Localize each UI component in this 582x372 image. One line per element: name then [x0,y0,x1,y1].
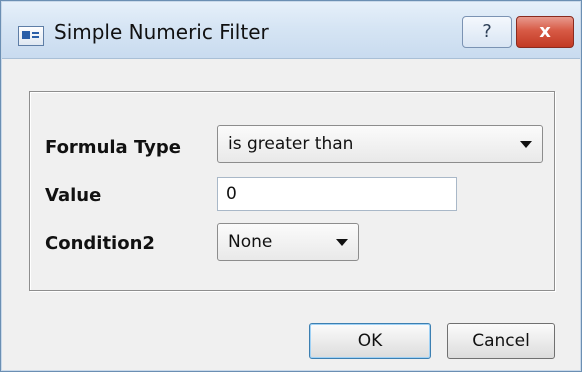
chevron-down-icon [336,239,348,246]
cancel-button[interactable]: Cancel [447,323,555,359]
condition2-label: Condition2 [45,233,155,254]
value-label: Value [45,185,102,206]
formula-type-selected: is greater than [228,134,354,154]
formula-type-label: Formula Type [45,137,181,158]
ok-button[interactable]: OK [309,323,431,359]
app-icon [18,26,44,46]
close-button[interactable]: x [516,16,574,48]
condition2-selected: None [228,232,273,252]
chevron-down-icon [520,141,532,148]
formula-type-dropdown[interactable]: is greater than [217,125,543,163]
condition2-dropdown[interactable]: None [217,223,359,261]
value-input[interactable]: 0 [217,177,457,211]
dialog-window: Simple Numeric Filter ? x Formula Type i… [0,0,582,372]
title-bar[interactable]: Simple Numeric Filter ? x [2,2,580,59]
window-title: Simple Numeric Filter [54,20,269,44]
help-button[interactable]: ? [462,16,512,48]
